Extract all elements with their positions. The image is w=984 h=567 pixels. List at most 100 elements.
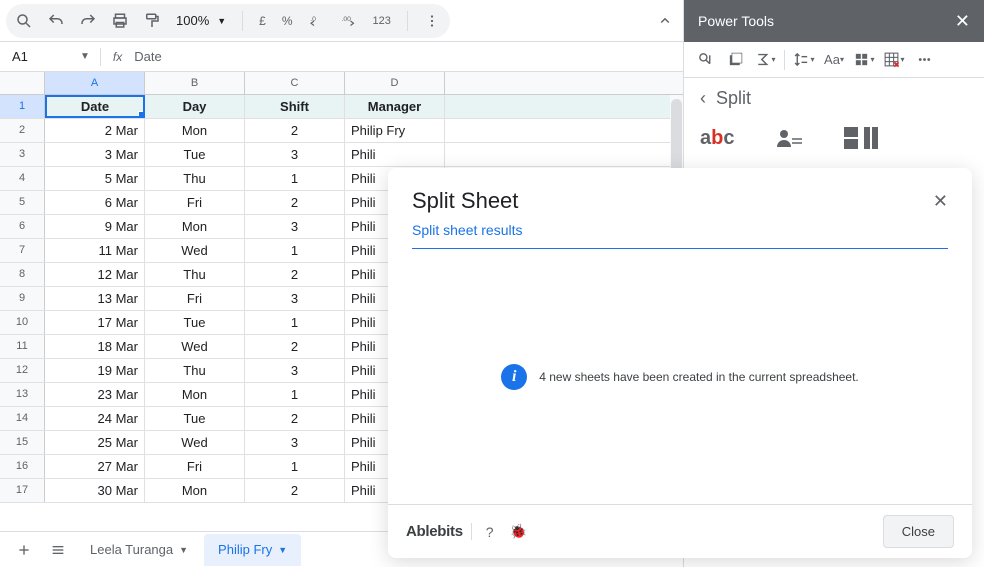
cell[interactable]: 24 Mar [45,407,145,430]
cell[interactable]: 2 [245,263,345,286]
cell[interactable] [445,119,683,142]
back-icon[interactable]: ‹ [700,88,706,109]
name-box-dropdown-icon[interactable]: ▼ [76,51,94,62]
cell[interactable]: Date [45,95,145,118]
cell[interactable]: Phili [345,143,445,166]
column-header-blank[interactable] [445,72,683,94]
chevron-down-icon[interactable]: ▼ [278,545,287,555]
chevron-down-icon[interactable]: ▼ [179,545,188,555]
cell[interactable]: 2 [245,191,345,214]
cell[interactable]: Mon [145,383,245,406]
row-header[interactable]: 6 [0,215,45,238]
cell[interactable]: 13 Mar [45,287,145,310]
row-header[interactable]: 2 [0,119,45,142]
close-button[interactable]: Close [883,515,954,548]
row-header[interactable]: 3 [0,143,45,166]
cell[interactable]: 3 [245,143,345,166]
cell[interactable]: Tue [145,311,245,334]
split-names-tool[interactable] [774,127,804,151]
cell[interactable] [445,95,683,118]
smart-toolbar-icon[interactable] [692,47,718,73]
row-header[interactable]: 1 [0,95,45,118]
cell[interactable]: 18 Mar [45,335,145,358]
cell[interactable]: 3 [245,287,345,310]
column-header-b[interactable]: B [145,72,245,94]
cell[interactable]: 2 [245,119,345,142]
breadcrumb[interactable]: ‹ Split [684,78,984,119]
sigma-icon[interactable]: ▾ [752,47,778,73]
number-format-button[interactable]: 123 [369,15,395,27]
zoom-selector[interactable]: 100%▼ [172,13,230,28]
cell[interactable]: Mon [145,119,245,142]
cell[interactable]: 3 [245,359,345,382]
cell[interactable]: Philip Fry [345,119,445,142]
grid-color-icon[interactable]: ▾ [851,47,877,73]
cell[interactable]: 1 [245,167,345,190]
cell[interactable]: Tue [145,407,245,430]
font-case-icon[interactable]: Aa▾ [821,47,847,73]
row-header[interactable]: 5 [0,191,45,214]
cell[interactable]: 5 Mar [45,167,145,190]
select-all-corner[interactable] [0,72,45,94]
row-header[interactable]: 8 [0,263,45,286]
cell[interactable]: 25 Mar [45,431,145,454]
cell[interactable]: 3 Mar [45,143,145,166]
text-height-icon[interactable]: ▾ [791,47,817,73]
cell[interactable]: 11 Mar [45,239,145,262]
sheet-tab-leela[interactable]: Leela Turanga▼ [76,534,202,566]
cell[interactable]: Fri [145,287,245,310]
cell[interactable]: Wed [145,431,245,454]
row-header[interactable]: 15 [0,431,45,454]
cell[interactable]: Mon [145,215,245,238]
cell[interactable]: 1 [245,455,345,478]
expand-up-icon[interactable] [653,9,677,33]
row-header[interactable]: 10 [0,311,45,334]
row-header[interactable]: 9 [0,287,45,310]
cell[interactable]: 27 Mar [45,455,145,478]
row-header[interactable]: 7 [0,239,45,262]
sheet-tab-philip[interactable]: Philip Fry▼ [204,534,301,566]
cell[interactable]: 30 Mar [45,479,145,502]
cell[interactable]: Fri [145,191,245,214]
currency-pound-button[interactable]: £ [255,14,270,28]
row-header[interactable]: 16 [0,455,45,478]
cell[interactable]: Mon [145,479,245,502]
row-header[interactable]: 13 [0,383,45,406]
row-header[interactable]: 11 [0,335,45,358]
name-box[interactable] [8,47,70,66]
cell[interactable]: Wed [145,239,245,262]
cell[interactable]: 17 Mar [45,311,145,334]
cell[interactable]: 2 [245,479,345,502]
cell[interactable]: Thu [145,167,245,190]
formula-content[interactable]: Date [134,49,161,64]
all-sheets-button[interactable] [42,536,74,564]
row-header[interactable]: 4 [0,167,45,190]
paint-format-icon[interactable] [140,9,164,33]
cell[interactable]: Wed [145,335,245,358]
cell[interactable]: 19 Mar [45,359,145,382]
row-header[interactable]: 14 [0,407,45,430]
column-header-a[interactable]: A [45,72,145,94]
search-icon[interactable] [12,9,36,33]
cell[interactable]: 23 Mar [45,383,145,406]
add-sheet-button[interactable] [8,536,40,564]
cell[interactable]: 1 [245,311,345,334]
close-icon[interactable]: ✕ [933,191,948,212]
cell[interactable]: 2 Mar [45,119,145,142]
cell[interactable]: Shift [245,95,345,118]
cell[interactable]: 1 [245,239,345,262]
cell[interactable]: Tue [145,143,245,166]
row-header[interactable]: 12 [0,359,45,382]
cell[interactable] [445,143,683,166]
cell[interactable]: Fri [145,455,245,478]
cell[interactable]: 6 Mar [45,191,145,214]
cell[interactable]: 2 [245,335,345,358]
help-icon[interactable]: ? [484,524,496,540]
undo-icon[interactable] [44,9,68,33]
remove-grid-icon[interactable]: ▾ [881,47,907,73]
cell[interactable]: 9 Mar [45,215,145,238]
cell[interactable]: Day [145,95,245,118]
more-tools-icon[interactable] [911,47,937,73]
close-icon[interactable]: ✕ [955,11,970,32]
increase-decimal-icon[interactable]: .00 [337,9,361,33]
